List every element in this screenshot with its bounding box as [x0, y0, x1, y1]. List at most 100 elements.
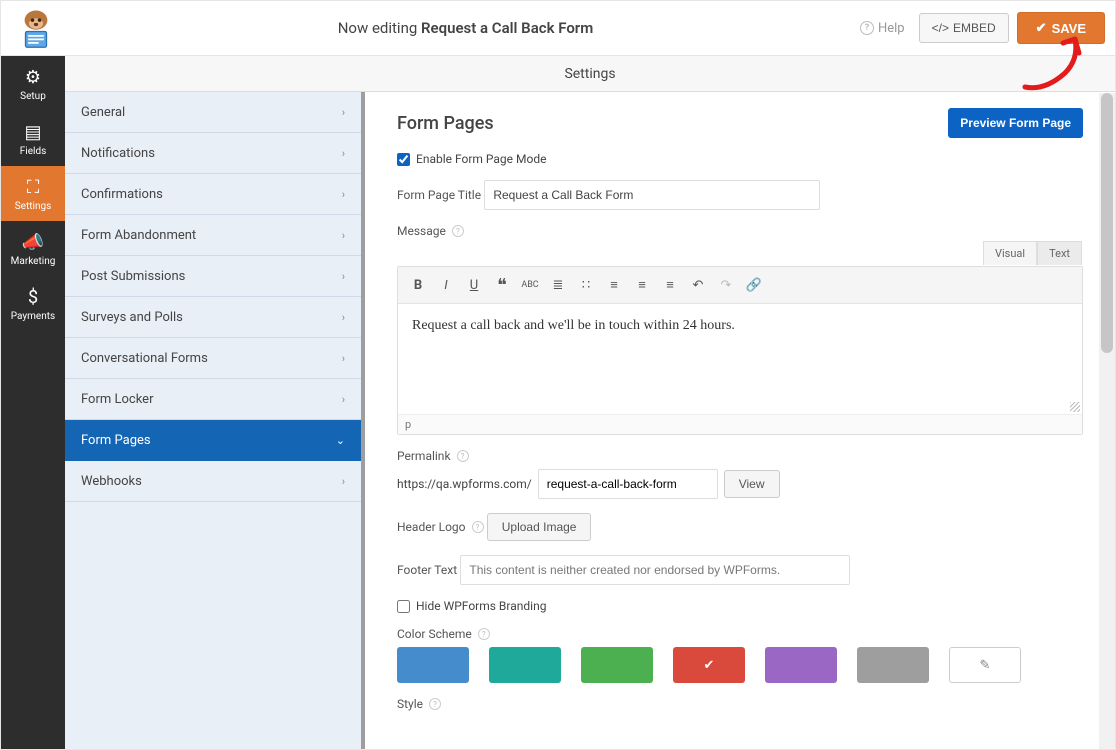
color-scheme-label-text: Color Scheme: [397, 627, 472, 641]
editor-body[interactable]: Request a call back and we'll be in touc…: [398, 304, 1082, 414]
nav-settings[interactable]: ⛶ Settings: [1, 166, 65, 221]
chevron-right-icon: ›: [342, 147, 345, 160]
color-swatch-blue[interactable]: [397, 647, 469, 683]
chevron-down-icon: ⌄: [336, 434, 345, 447]
align-center-icon[interactable]: ≡: [629, 272, 655, 298]
header-logo-label: Header Logo ?: [397, 520, 484, 534]
color-swatch-teal[interactable]: [489, 647, 561, 683]
editor-toolbar: B I U ❝ ABC ≣ ∷ ≡ ≡ ≡ ↶: [398, 267, 1082, 304]
help-link[interactable]: ? Help: [860, 21, 905, 36]
sidemenu-item-notifications[interactable]: Notifications›: [65, 133, 361, 174]
nav-payments[interactable]: $ Payments: [1, 276, 65, 331]
hide-branding-checkbox[interactable]: [397, 600, 410, 613]
hint-icon[interactable]: ?: [472, 521, 484, 533]
sidemenu-item-form-abandonment[interactable]: Form Abandonment›: [65, 215, 361, 256]
settings-sidemenu: General› Notifications› Confirmations› F…: [65, 92, 365, 749]
hide-branding[interactable]: Hide WPForms Branding: [397, 599, 1083, 613]
bullhorn-icon: 📣: [1, 232, 65, 253]
sidemenu-item-conversational-forms[interactable]: Conversational Forms›: [65, 338, 361, 379]
color-swatch-grey[interactable]: [857, 647, 929, 683]
permalink-label-text: Permalink: [397, 449, 451, 463]
form-page-title-input[interactable]: [484, 180, 820, 210]
upload-image-button[interactable]: Upload Image: [487, 513, 592, 541]
strikethrough-icon[interactable]: ABC: [517, 272, 543, 298]
hint-icon[interactable]: ?: [452, 225, 464, 237]
sidemenu-item-general[interactable]: General›: [65, 92, 361, 133]
dollar-icon: $: [1, 287, 65, 308]
sidemenu-item-webhooks[interactable]: Webhooks ›: [65, 461, 361, 502]
style-label: Style ?: [397, 697, 441, 711]
sidemenu-label: Webhooks: [81, 474, 142, 489]
sliders-icon: ⛶: [1, 177, 65, 198]
form-page-title-label: Form Page Title: [397, 188, 481, 202]
sidemenu-item-form-pages[interactable]: Form Pages⌄: [65, 420, 361, 461]
scrollbar-thumb[interactable]: [1101, 93, 1113, 353]
align-right-icon[interactable]: ≡: [657, 272, 683, 298]
chevron-right-icon: ›: [342, 393, 345, 406]
enable-checkbox[interactable]: [397, 153, 410, 166]
message-label-text: Message: [397, 224, 446, 238]
page-title: Form Pages: [397, 113, 494, 134]
blockquote-icon[interactable]: ❝: [489, 272, 515, 298]
footer-text-input[interactable]: [460, 555, 850, 585]
nav-setup[interactable]: ⚙ Setup: [1, 56, 65, 111]
sidemenu-label: Post Submissions: [81, 269, 185, 284]
bold-icon[interactable]: B: [405, 272, 431, 298]
embed-button[interactable]: </> EMBED: [919, 13, 1009, 43]
sidemenu-label: Confirmations: [81, 187, 163, 202]
chevron-right-icon: ›: [342, 270, 345, 283]
hint-icon[interactable]: ?: [429, 698, 441, 710]
numbered-list-icon[interactable]: ∷: [573, 272, 599, 298]
nav-fields[interactable]: ▤ Fields: [1, 111, 65, 166]
italic-icon[interactable]: I: [433, 272, 459, 298]
section-header-label: Settings: [564, 66, 615, 82]
redo-icon[interactable]: ↷: [713, 272, 739, 298]
view-button[interactable]: View: [724, 470, 780, 498]
permalink-base: https://qa.wpforms.com/: [397, 477, 532, 491]
header-logo-label-text: Header Logo: [397, 520, 466, 534]
preview-form-page-button[interactable]: Preview Form Page: [948, 108, 1083, 138]
color-picker-button[interactable]: ✎: [949, 647, 1021, 683]
sidemenu-item-confirmations[interactable]: Confirmations ›: [65, 174, 361, 215]
save-button[interactable]: ✔ SAVE: [1017, 12, 1105, 44]
editor-tab-visual[interactable]: Visual: [983, 241, 1037, 265]
align-left-icon[interactable]: ≡: [601, 272, 627, 298]
hint-icon[interactable]: ?: [457, 450, 469, 462]
nav-marketing-label: Marketing: [11, 256, 56, 267]
bullet-list-icon[interactable]: ≣: [545, 272, 571, 298]
help-label: Help: [878, 21, 905, 36]
permalink-slug-input[interactable]: [538, 469, 718, 499]
footer-text-label: Footer Text: [397, 563, 457, 577]
chevron-right-icon: ›: [342, 352, 345, 365]
sidemenu-item-post-submissions[interactable]: Post Submissions ›: [65, 256, 361, 297]
save-label: SAVE: [1052, 21, 1086, 36]
resize-handle[interactable]: [1070, 402, 1080, 412]
nav-setup-label: Setup: [20, 91, 46, 102]
check-icon: ✔: [704, 658, 715, 673]
style-label-text: Style: [397, 697, 423, 711]
sidemenu-item-surveys-polls[interactable]: Surveys and Polls›: [65, 297, 361, 338]
hint-icon[interactable]: ?: [478, 628, 490, 640]
link-icon[interactable]: 🔗: [741, 272, 767, 298]
color-swatch-red[interactable]: ✔: [673, 647, 745, 683]
sidemenu-item-form-locker[interactable]: Form Locker ›: [65, 379, 361, 420]
chevron-right-icon: ›: [342, 475, 345, 488]
nav-settings-label: Settings: [15, 201, 52, 212]
undo-icon[interactable]: ↶: [685, 272, 711, 298]
color-swatch-purple[interactable]: [765, 647, 837, 683]
enable-form-page-mode[interactable]: Enable Form Page Mode: [397, 152, 1083, 166]
hide-branding-label: Hide WPForms Branding: [416, 599, 546, 613]
editor-tab-text[interactable]: Text: [1037, 241, 1082, 265]
sidemenu-label: Form Locker: [81, 392, 153, 407]
color-scheme-label: Color Scheme ?: [397, 627, 490, 641]
underline-icon[interactable]: U: [461, 272, 487, 298]
chevron-right-icon: ›: [342, 188, 345, 201]
sidemenu-label: General: [81, 105, 125, 120]
check-icon: ✔: [1036, 20, 1047, 36]
color-scheme-row: ✔ ✎: [397, 647, 1083, 683]
color-swatch-green[interactable]: [581, 647, 653, 683]
editing-form-name: Request a Call Back Form: [421, 19, 593, 37]
nav-marketing[interactable]: 📣 Marketing: [1, 221, 65, 276]
sidemenu-label: Surveys and Polls: [81, 310, 183, 325]
editing-prefix: Now editing: [338, 19, 418, 37]
